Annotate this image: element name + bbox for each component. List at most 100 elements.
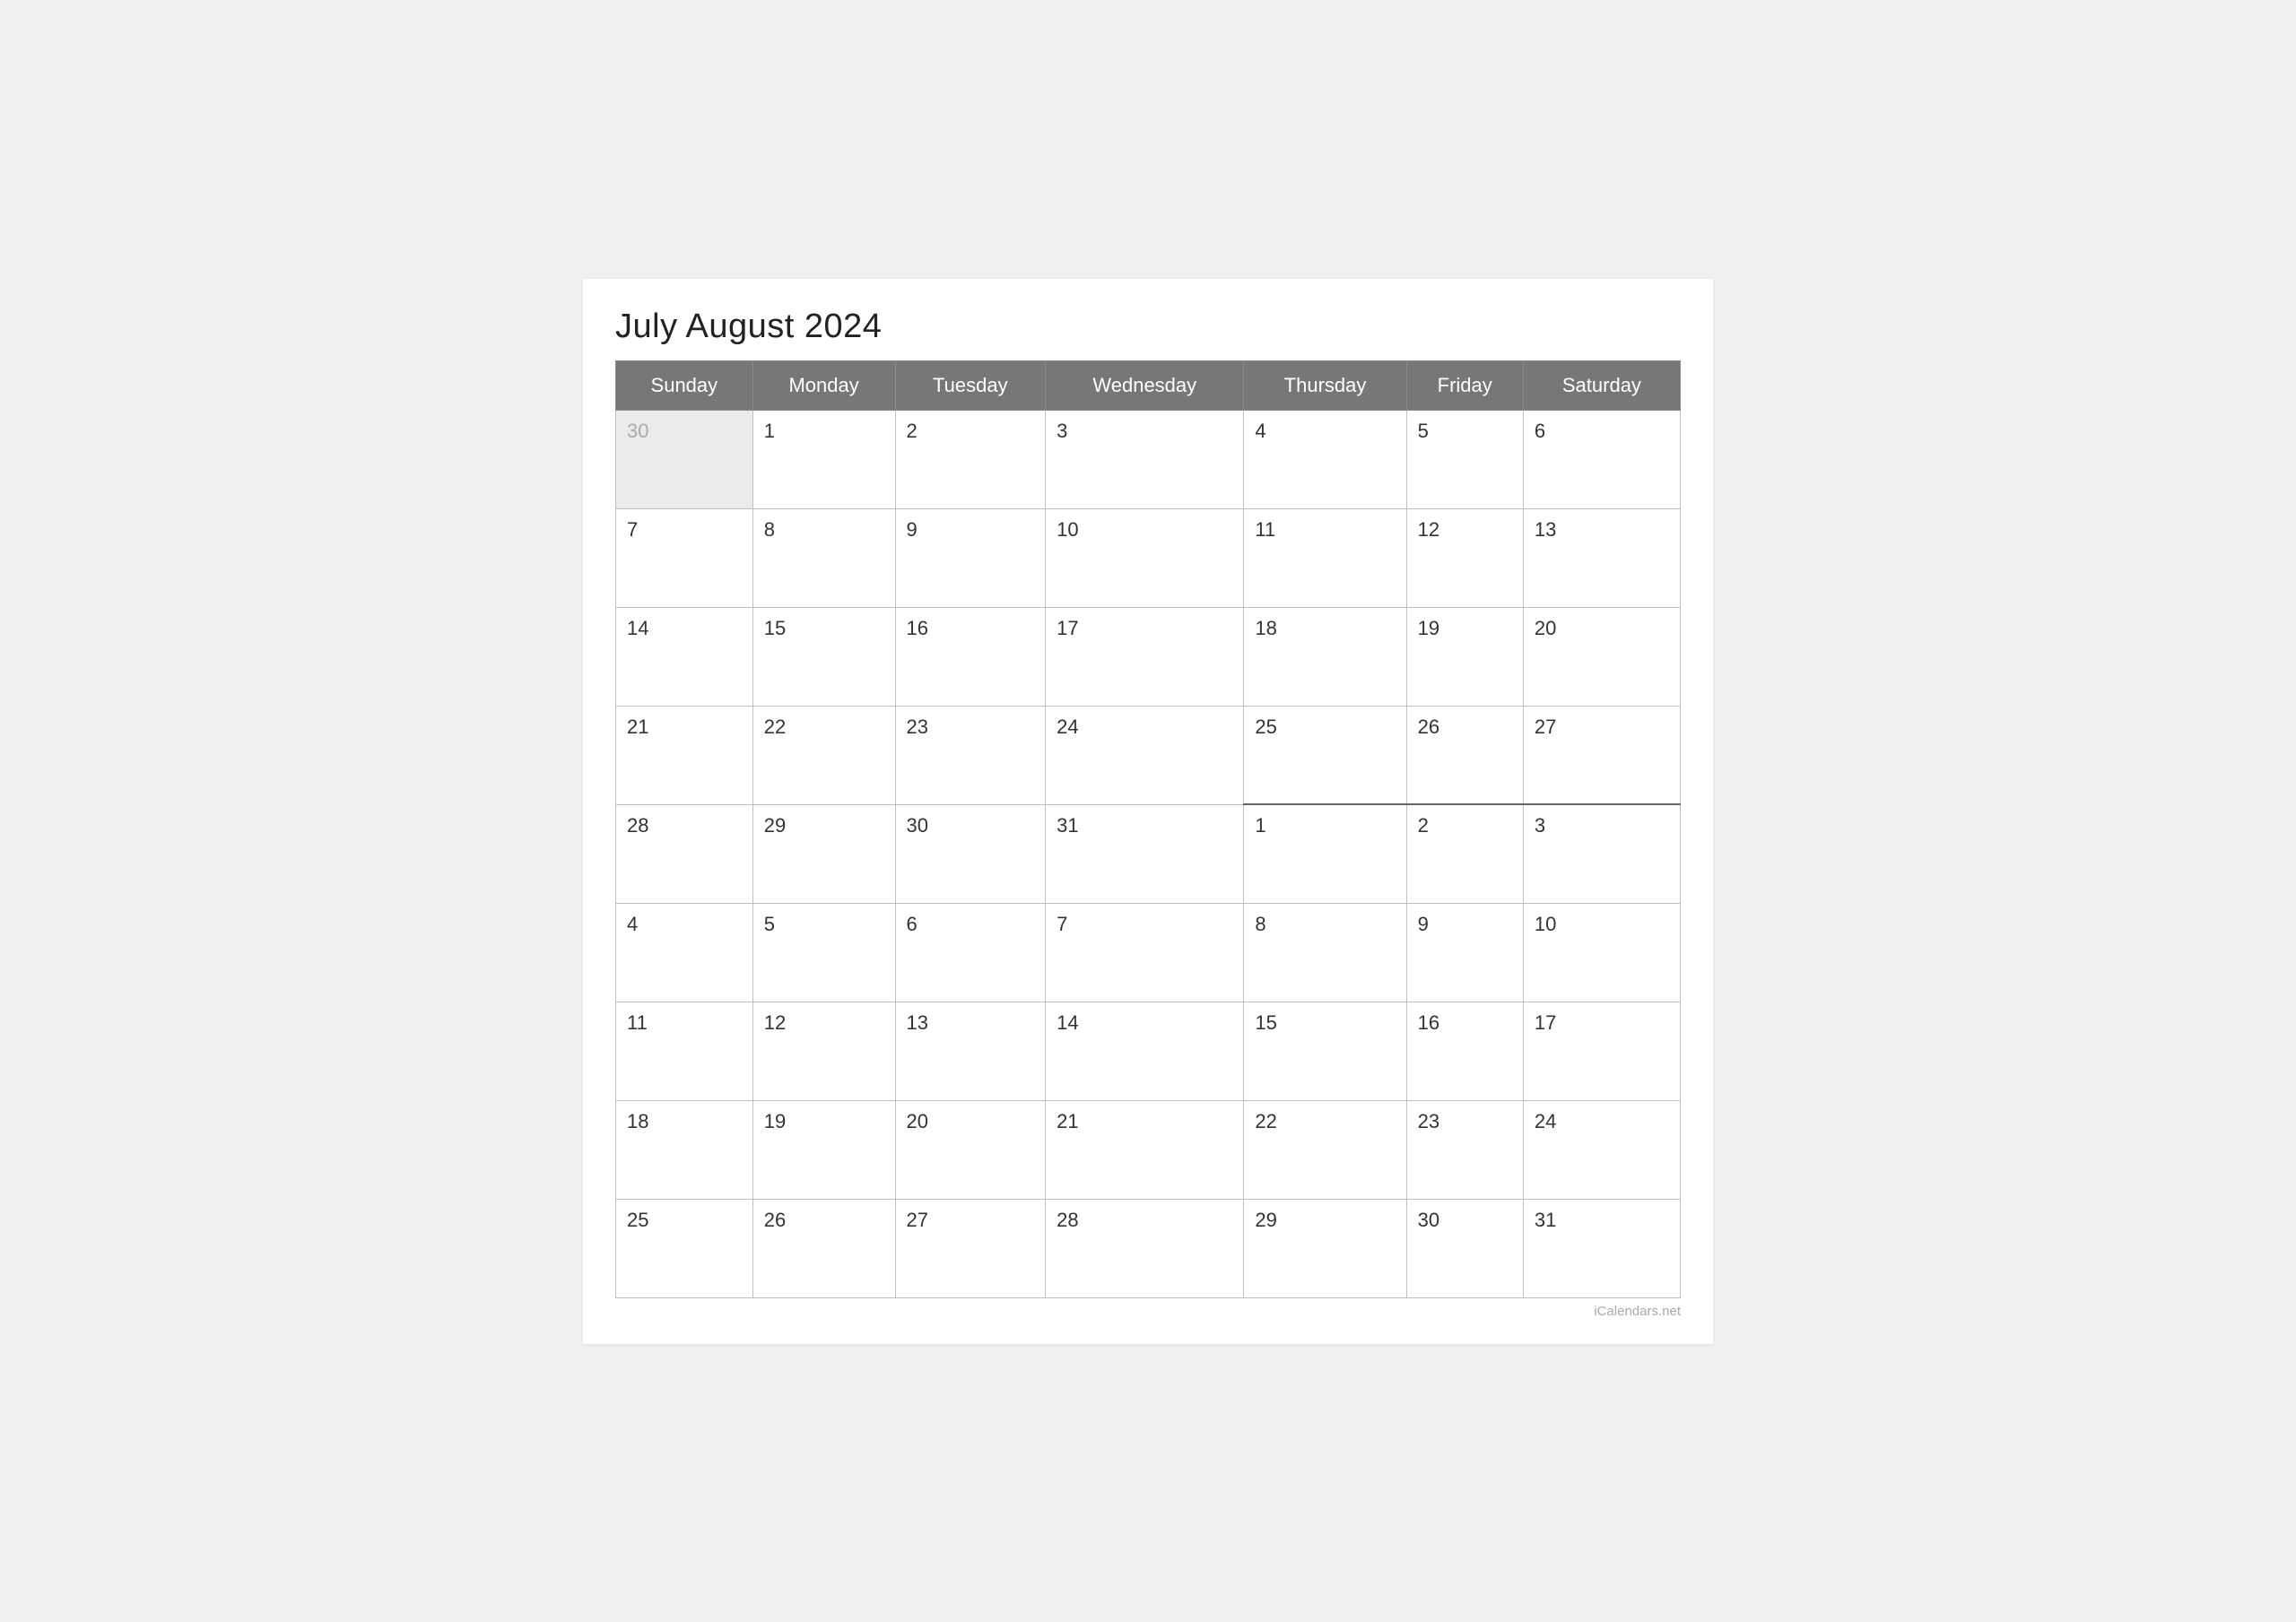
calendar-cell: 9 <box>895 508 1046 607</box>
day-number: 18 <box>627 1110 742 1133</box>
calendar-cell: 1 <box>752 410 895 508</box>
day-number: 26 <box>764 1209 884 1232</box>
calendar-cell: 22 <box>1244 1100 1406 1199</box>
calendar-cell: 11 <box>1244 508 1406 607</box>
day-number: 27 <box>907 1209 1035 1232</box>
calendar-cell: 13 <box>895 1002 1046 1100</box>
day-number: 6 <box>1535 420 1669 443</box>
day-number: 10 <box>1535 913 1669 936</box>
calendar-cell: 19 <box>752 1100 895 1199</box>
calendar-cell: 2 <box>895 410 1046 508</box>
header-cell-monday: Monday <box>752 360 895 410</box>
day-number: 20 <box>1535 617 1669 640</box>
calendar-cell: 30 <box>1406 1199 1523 1297</box>
day-number: 5 <box>764 913 884 936</box>
calendar-cell: 1 <box>1244 804 1406 903</box>
calendar-cell: 3 <box>1046 410 1244 508</box>
day-number: 24 <box>1535 1110 1669 1133</box>
calendar-cell: 16 <box>895 607 1046 706</box>
day-number: 8 <box>764 518 884 542</box>
day-number: 11 <box>627 1011 742 1035</box>
calendar-cell: 12 <box>1406 508 1523 607</box>
calendar-cell: 20 <box>895 1100 1046 1199</box>
calendar-cell: 21 <box>616 706 753 804</box>
day-number: 21 <box>1057 1110 1232 1133</box>
week-row: 789 10 11 12 13 <box>616 508 1681 607</box>
day-number: 12 <box>1418 518 1512 542</box>
calendar-cell: 4 <box>616 903 753 1002</box>
calendar-cell: 25 <box>616 1199 753 1297</box>
calendar-cell: 31 <box>1523 1199 1680 1297</box>
day-number: 30 <box>627 420 742 443</box>
day-number: 10 <box>1057 518 1232 542</box>
calendar-cell: 5 <box>1406 410 1523 508</box>
calendar-cell: 8 <box>1244 903 1406 1002</box>
day-number: 11 <box>1255 518 1395 542</box>
calendar-cell: 27 <box>1523 706 1680 804</box>
day-number: 19 <box>1418 617 1512 640</box>
calendar-cell: 12 <box>752 1002 895 1100</box>
day-number: 25 <box>627 1209 742 1232</box>
day-number: 30 <box>907 814 1035 837</box>
day-number: 8 <box>1255 913 1395 936</box>
calendar-cell: 24 <box>1046 706 1244 804</box>
calendar-cell: 17 <box>1523 1002 1680 1100</box>
day-number: 28 <box>627 814 742 837</box>
calendar-cell: 2 <box>1406 804 1523 903</box>
calendar-cell: 16 <box>1406 1002 1523 1100</box>
week-row: 45678910 <box>616 903 1681 1002</box>
day-number: 2 <box>1418 814 1512 837</box>
day-number: 31 <box>1057 814 1232 837</box>
calendar-cell: 29 <box>1244 1199 1406 1297</box>
calendar-table: SundayMondayTuesdayWednesdayThursdayFrid… <box>615 360 1681 1298</box>
calendar-title: July August 2024 <box>615 308 1681 346</box>
week-row: 21222324252627 <box>616 706 1681 804</box>
day-number: 14 <box>627 617 742 640</box>
calendar-cell: 19 <box>1406 607 1523 706</box>
calendar-cell: 20 <box>1523 607 1680 706</box>
calendar-container: July August 2024 SundayMondayTuesdayWedn… <box>583 279 1713 1344</box>
day-number: 2 <box>907 420 1035 443</box>
header-row: SundayMondayTuesdayWednesdayThursdayFrid… <box>616 360 1681 410</box>
day-number: 9 <box>1418 913 1512 936</box>
header-cell-tuesday: Tuesday <box>895 360 1046 410</box>
day-number: 25 <box>1255 716 1395 739</box>
day-number: 15 <box>1255 1011 1395 1035</box>
week-row: 25262728293031 <box>616 1199 1681 1297</box>
week-row: 30 123456 <box>616 410 1681 508</box>
day-number: 7 <box>627 518 742 542</box>
calendar-cell: 14 <box>616 607 753 706</box>
day-number: 6 <box>907 913 1035 936</box>
calendar-cell: 30 <box>616 410 753 508</box>
day-number: 22 <box>1255 1110 1395 1133</box>
calendar-cell: 11 <box>616 1002 753 1100</box>
day-number: 9 <box>907 518 1035 542</box>
day-number: 17 <box>1535 1011 1669 1035</box>
calendar-cell: 9 <box>1406 903 1523 1002</box>
day-number: 4 <box>1255 420 1395 443</box>
day-number: 16 <box>1418 1011 1512 1035</box>
day-number: 15 <box>764 617 884 640</box>
calendar-body: 3012345678910111213141516171819202122232… <box>616 410 1681 1297</box>
day-number: 1 <box>1255 814 1395 837</box>
calendar-cell: 18 <box>1244 607 1406 706</box>
day-number: 18 <box>1255 617 1395 640</box>
watermark: iCalendars.net <box>615 1304 1681 1319</box>
header-cell-thursday: Thursday <box>1244 360 1406 410</box>
calendar-cell: 14 <box>1046 1002 1244 1100</box>
day-number: 4 <box>627 913 742 936</box>
calendar-cell: 6 <box>1523 410 1680 508</box>
day-number: 30 <box>1418 1209 1512 1232</box>
calendar-cell: 13 <box>1523 508 1680 607</box>
header-cell-saturday: Saturday <box>1523 360 1680 410</box>
day-number: 5 <box>1418 420 1512 443</box>
day-number: 23 <box>907 716 1035 739</box>
day-number: 24 <box>1057 716 1232 739</box>
day-number: 14 <box>1057 1011 1232 1035</box>
calendar-cell: 7 <box>616 508 753 607</box>
calendar-cell: 23 <box>1406 1100 1523 1199</box>
calendar-cell: 24 <box>1523 1100 1680 1199</box>
calendar-cell: 15 <box>1244 1002 1406 1100</box>
week-row: 11 1213 14 15 16 17 <box>616 1002 1681 1100</box>
day-number: 3 <box>1535 814 1669 837</box>
